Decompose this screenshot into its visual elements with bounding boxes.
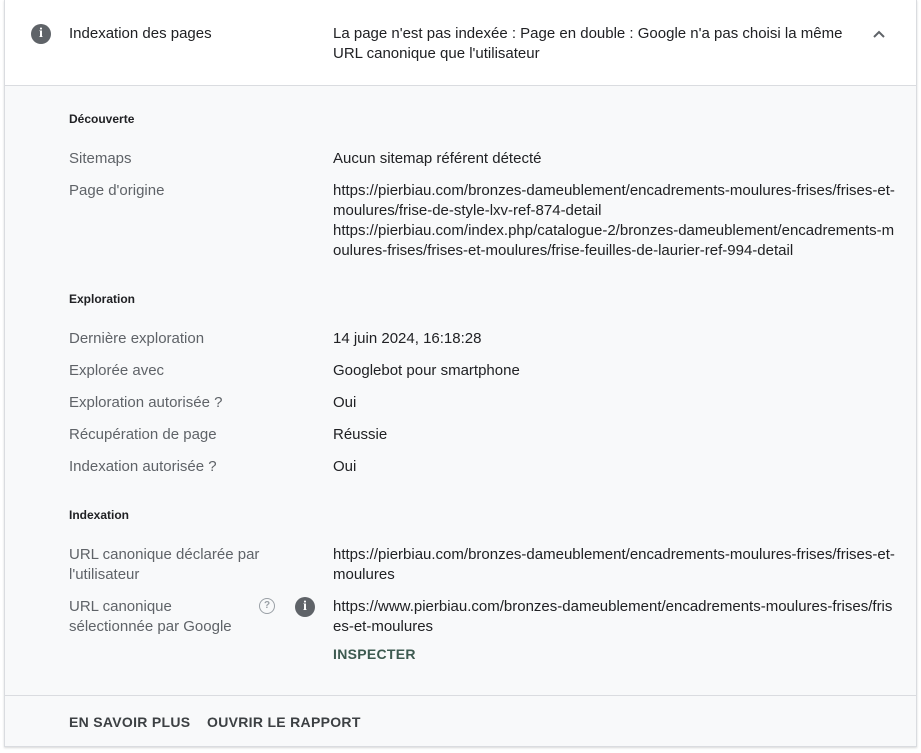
declared-canonical-label: URL canonique déclarée par l'utilisateur	[69, 546, 260, 583]
info-icon[interactable]: i	[295, 597, 315, 617]
help-circle-icon[interactable]: ?	[259, 598, 275, 614]
open-report-button[interactable]: OUVRIR LE RAPPORT	[207, 712, 361, 732]
section-title-crawl: Exploration	[69, 292, 136, 306]
crawl-allowed-value: Oui	[333, 394, 357, 411]
last-crawl-label: Dernière exploration	[69, 330, 205, 347]
page-fetch-label: Récupération de page	[69, 426, 217, 443]
crawled-as-label: Explorée avec	[69, 362, 165, 379]
origin-page-url-2: https://pierbiau.com/index.php/catalogue…	[333, 222, 895, 259]
info-icon: i	[31, 24, 51, 44]
page-fetch-value: Réussie	[333, 426, 388, 443]
chevron-up-icon[interactable]	[867, 24, 891, 44]
google-canonical-label: URL canonique sélectionnée par Google	[69, 598, 232, 635]
page-indexing-card: i Indexation des pages La page n'est pas…	[4, 0, 917, 747]
header-title: Indexation des pages	[69, 25, 212, 42]
indexing-status: La page n'est pas indexée : Page en doub…	[333, 25, 843, 62]
last-crawl-value: 14 juin 2024, 16:18:28	[333, 330, 482, 347]
google-canonical-url: https://www.pierbiau.com/bronzes-dameubl…	[333, 598, 893, 635]
crawled-as-value: Googlebot pour smartphone	[333, 362, 520, 379]
section-title-indexing: Indexation	[69, 508, 130, 522]
card-footer: EN SAVOIR PLUS OUVRIR LE RAPPORT	[5, 695, 916, 747]
indexing-allowed-value: Oui	[333, 458, 357, 475]
origin-page-url-1: https://pierbiau.com/bronzes-dameublemen…	[333, 182, 895, 219]
sitemaps-value: Aucun sitemap référent détecté	[333, 150, 542, 167]
crawl-allowed-label: Exploration autorisée ?	[69, 394, 223, 411]
card-header[interactable]: i Indexation des pages La page n'est pas…	[5, 0, 916, 86]
inspect-button[interactable]: INSPECTER	[333, 644, 416, 664]
origin-page-label: Page d'origine	[69, 182, 165, 199]
section-title-discovery: Découverte	[69, 112, 135, 126]
indexing-allowed-label: Indexation autorisée ?	[69, 458, 217, 475]
declared-canonical-url: https://pierbiau.com/bronzes-dameublemen…	[333, 546, 895, 583]
learn-more-button[interactable]: EN SAVOIR PLUS	[69, 712, 190, 732]
sitemaps-label: Sitemaps	[69, 150, 132, 167]
